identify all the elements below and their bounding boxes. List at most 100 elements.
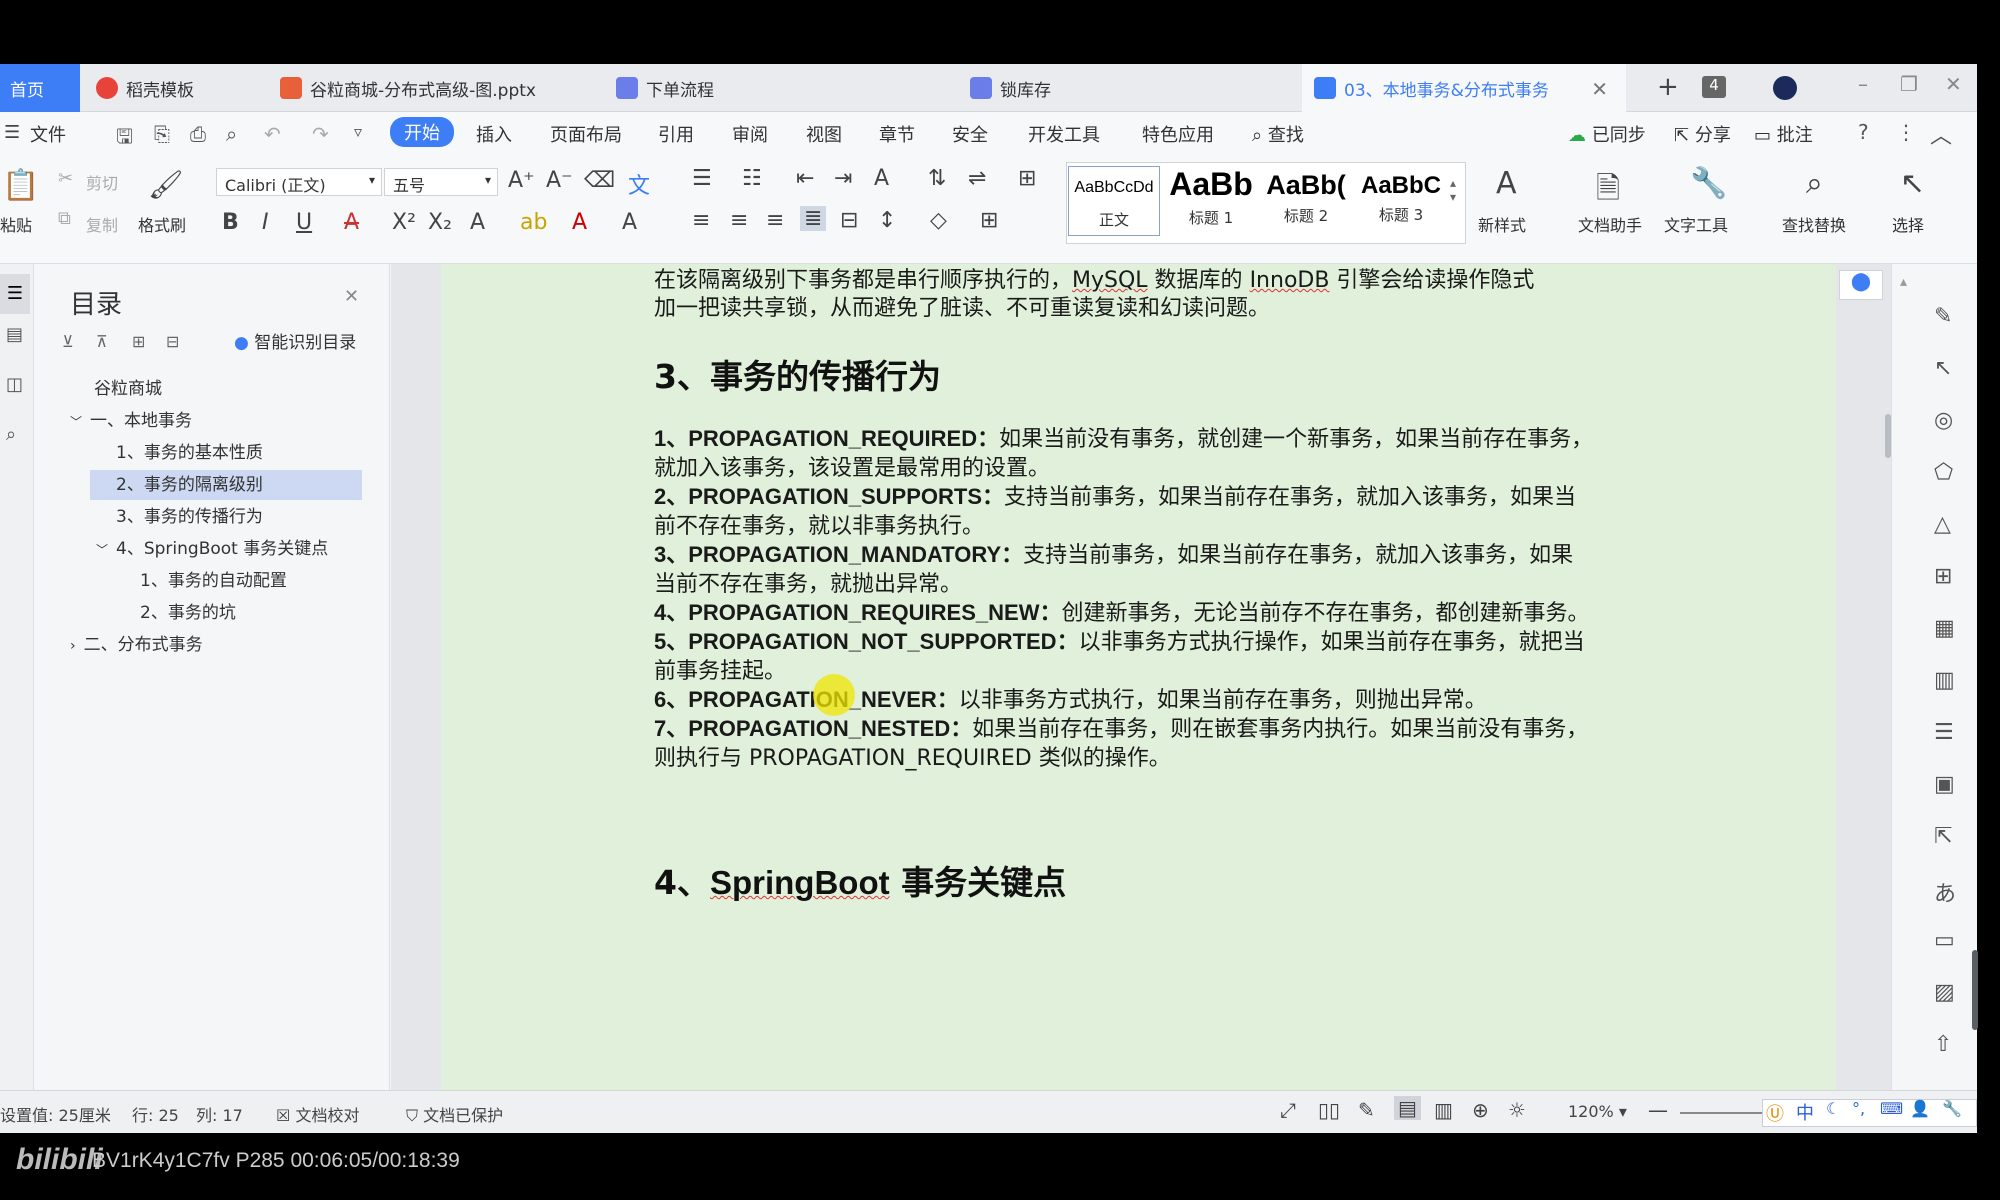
- style-normal[interactable]: AaBbCcDd 正文: [1068, 166, 1160, 236]
- toc-item[interactable]: 3、事务的传播行为: [116, 502, 263, 532]
- location-pin-icon[interactable]: ⬤: [1839, 270, 1883, 300]
- grid-icon[interactable]: ▦: [1934, 616, 1955, 641]
- menu-special[interactable]: 特色应用: [1142, 121, 1214, 147]
- style-gallery-scroll-icon[interactable]: ▴ ▾: [1450, 176, 1456, 204]
- undo-icon[interactable]: ↶: [264, 122, 281, 146]
- collapse-ribbon-icon[interactable]: ︿: [1930, 118, 1952, 150]
- read-mode-icon[interactable]: ▯▯: [1318, 1098, 1340, 1122]
- highlight-icon[interactable]: ab: [520, 210, 547, 235]
- outline-view-icon[interactable]: ▥: [1434, 1098, 1453, 1122]
- quick-access-dropdown-icon[interactable]: ▿: [354, 122, 362, 141]
- zoom-out-icon[interactable]: —: [1648, 1098, 1668, 1122]
- clear-format-icon[interactable]: ⌫: [584, 168, 615, 193]
- ime-logo-icon[interactable]: Ⓤ: [1766, 1100, 1784, 1126]
- doc-assistant-icon[interactable]: 🗎: [1596, 166, 1620, 217]
- underline-icon[interactable]: U: [296, 210, 312, 235]
- find-icon[interactable]: ⌕: [6, 424, 16, 445]
- section-heading[interactable]: 4、SpringBoot 事务关键点: [654, 856, 1066, 904]
- font-color-icon[interactable]: A: [572, 210, 587, 235]
- style-heading3[interactable]: AaBbC 标题 3: [1354, 166, 1448, 236]
- doc-protected-indicator[interactable]: ⛉ 文档已保护: [406, 1102, 503, 1126]
- print-icon[interactable]: ⎙: [190, 122, 206, 146]
- justify-icon[interactable]: ≣: [800, 206, 827, 231]
- copy-icon[interactable]: ⧉: [58, 208, 71, 229]
- cursor-icon[interactable]: ↖: [1900, 166, 1925, 201]
- find-replace-icon[interactable]: ⌕: [1806, 166, 1823, 201]
- chevron-down-icon[interactable]: ﹀: [70, 415, 82, 429]
- redo-icon[interactable]: ↷: [312, 122, 329, 146]
- tab-pptx[interactable]: 谷粒商城-分布式高级-图.pptx: [268, 64, 598, 112]
- archive-icon[interactable]: ▭: [1934, 928, 1955, 953]
- menu-file[interactable]: 文件: [30, 121, 66, 147]
- shape-icon[interactable]: ⬠: [1934, 460, 1953, 485]
- chart-icon[interactable]: ▥: [1934, 668, 1955, 693]
- paragraph[interactable]: 7、PROPAGATION_NESTED：如果当前存在事务，则在嵌套事务内执行。…: [654, 711, 1588, 743]
- keyboard-icon[interactable]: ⌨: [1880, 1099, 1903, 1118]
- punctuation-icon[interactable]: °,: [1852, 1099, 1865, 1118]
- table-icon[interactable]: ⊞: [1934, 564, 1952, 589]
- toc-item[interactable]: 2、事务的坑: [140, 598, 236, 628]
- bullet-list-icon[interactable]: ☰: [692, 166, 712, 191]
- close-icon[interactable]: ✕: [344, 286, 359, 307]
- fullscreen-icon[interactable]: ⤢: [1280, 1098, 1296, 1122]
- bookmark-icon[interactable]: ◫: [6, 374, 23, 395]
- proofread-button[interactable]: ☒ 文档校对: [276, 1102, 359, 1126]
- image-doc-icon[interactable]: ▣: [1934, 772, 1955, 797]
- document-canvas[interactable]: 在该隔离级别下事务都是串行顺序执行的，MySQL 数据库的 InnoDB 引擎会…: [391, 264, 1891, 1090]
- avatar[interactable]: [1773, 76, 1797, 100]
- toc-item[interactable]: ﹀ 一、本地事务: [70, 406, 192, 436]
- triangle-icon[interactable]: △: [1934, 512, 1951, 537]
- bold-icon[interactable]: B: [222, 210, 239, 235]
- sort-icon[interactable]: ⇅: [928, 166, 946, 191]
- remove-heading-icon[interactable]: ⊟: [166, 332, 179, 351]
- print-preview-icon[interactable]: ⌕: [226, 122, 237, 146]
- smart-toc-button[interactable]: ● 智能识别目录: [234, 328, 356, 353]
- picture-icon[interactable]: ▨: [1934, 980, 1955, 1005]
- paste-icon[interactable]: 📋: [2, 168, 39, 203]
- cut-icon[interactable]: ✂: [58, 168, 73, 189]
- tab-count-badge[interactable]: 4: [1702, 76, 1726, 98]
- tab-active-document[interactable]: 03、本地事务&分布式事务 ✕: [1302, 64, 1626, 112]
- chevron-right-icon[interactable]: ›: [70, 638, 76, 654]
- paragraph[interactable]: 当前不存在事务，就抛出异常。: [654, 566, 962, 598]
- toc-item[interactable]: ﹀ 4、SpringBoot 事务关键点: [96, 534, 328, 564]
- increase-indent-icon[interactable]: ⇥: [834, 166, 852, 191]
- menu-references[interactable]: 引用: [658, 121, 694, 147]
- target-icon[interactable]: ◎: [1934, 408, 1953, 433]
- document-page[interactable]: 在该隔离级别下事务都是串行顺序执行的，MySQL 数据库的 InnoDB 引擎会…: [441, 264, 1836, 1090]
- superscript-icon[interactable]: X²: [392, 210, 416, 235]
- font-name-select[interactable]: Calibri (正文) ▾: [216, 168, 382, 196]
- paragraph[interactable]: 5、PROPAGATION_NOT_SUPPORTED：以非事务方式执行操作，如…: [654, 624, 1585, 656]
- menu-security[interactable]: 安全: [952, 121, 988, 147]
- menu-page-layout[interactable]: 页面布局: [550, 121, 622, 147]
- paragraph[interactable]: 就加入该事务，该设置是最常用的设置。: [654, 450, 1050, 482]
- paste-label[interactable]: 粘贴: [0, 212, 32, 236]
- align-right-icon[interactable]: ≡: [766, 208, 784, 233]
- paragraph[interactable]: 则执行与 PROPAGATION_REQUIRED 类似的操作。: [654, 740, 1171, 772]
- pen-icon[interactable]: ✎: [1934, 304, 1952, 329]
- export-icon[interactable]: ⇱: [1934, 824, 1952, 849]
- save-icon[interactable]: 🖫: [116, 122, 133, 156]
- text-effect-icon[interactable]: A: [470, 210, 485, 235]
- hamburger-icon[interactable]: ☰: [4, 122, 20, 143]
- paragraph[interactable]: 1、PROPAGATION_REQUIRED：如果当前没有事务，就创建一个新事务…: [654, 421, 1593, 453]
- page-view-icon[interactable]: ▤: [1394, 1096, 1421, 1120]
- comment-button[interactable]: ▭ 批注: [1754, 121, 1813, 147]
- zoom-level-select[interactable]: 120% ▾: [1568, 1102, 1627, 1121]
- new-style-label[interactable]: 新样式: [1478, 212, 1526, 236]
- window-close-icon[interactable]: ✕: [1945, 72, 1962, 96]
- new-tab-icon[interactable]: +: [1657, 72, 1679, 102]
- scroll-up-icon[interactable]: ▴: [1900, 274, 1907, 290]
- user-icon[interactable]: 👤: [1910, 1099, 1930, 1118]
- paragraph-mark-icon[interactable]: ⇌: [968, 166, 986, 191]
- pointer-icon[interactable]: ↖: [1934, 356, 1952, 381]
- numbered-list-icon[interactable]: ☷: [742, 166, 762, 191]
- expand-all-icon[interactable]: ⊻: [62, 332, 74, 351]
- eye-protection-icon[interactable]: ☼: [1508, 1098, 1526, 1122]
- paragraph[interactable]: 4、PROPAGATION_REQUIRES_NEW：创建新事务，无论当前存不存…: [654, 595, 1589, 627]
- strikethrough-icon[interactable]: A: [344, 210, 359, 235]
- sync-button[interactable]: ☁ 已同步: [1568, 121, 1646, 147]
- italic-icon[interactable]: I: [262, 210, 269, 235]
- select-label[interactable]: 选择: [1892, 212, 1924, 236]
- char-shading-icon[interactable]: A: [622, 210, 637, 235]
